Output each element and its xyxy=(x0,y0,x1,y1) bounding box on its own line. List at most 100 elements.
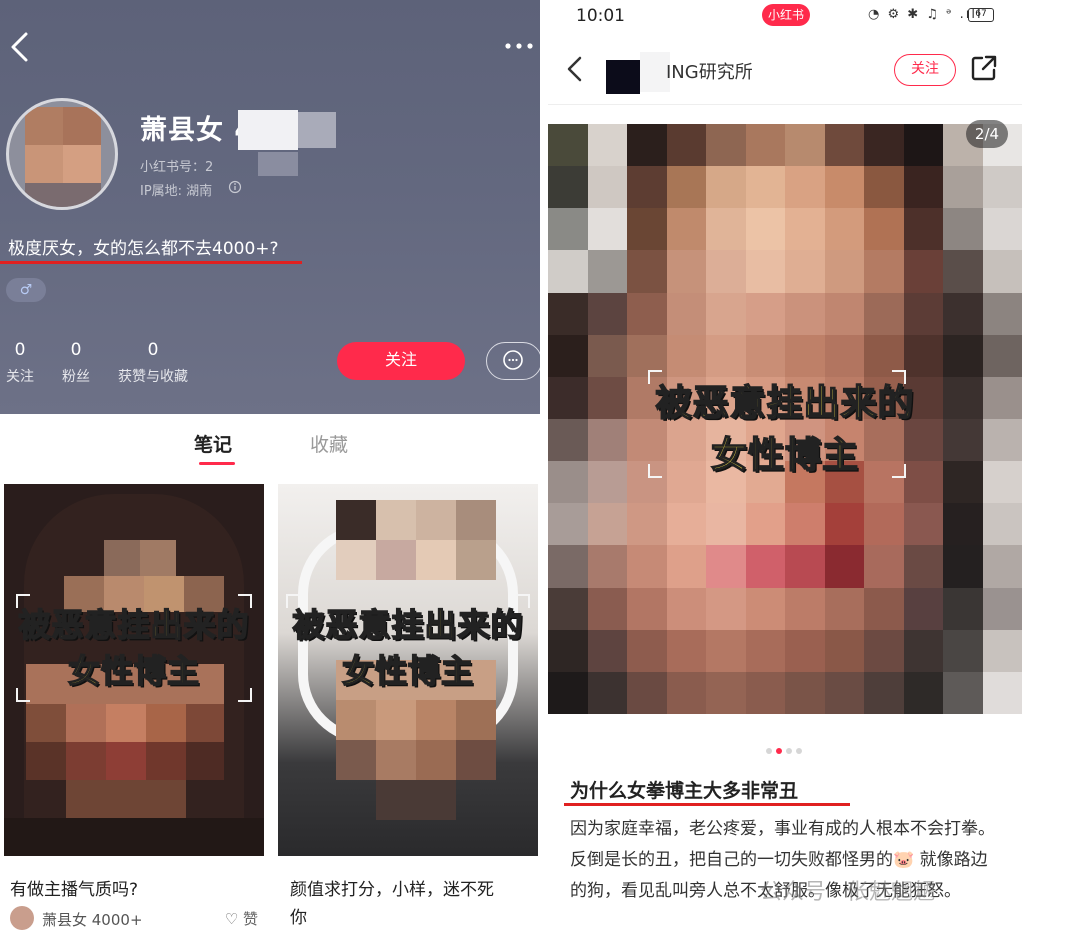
mosaic-tile xyxy=(627,503,668,547)
mosaic-tile xyxy=(824,629,865,673)
name-mosaic-2 xyxy=(298,112,336,148)
profile-header: 萧县女 40 小红书号：2 IP属地: 湖南 极度厌女，女的怎么都不去4000+… xyxy=(0,0,540,414)
mosaic-tile xyxy=(824,250,865,294)
id-mosaic xyxy=(258,152,298,176)
overlay-caption: 女性博主 xyxy=(710,434,859,477)
like-button[interactable]: ♡ 赞 xyxy=(225,908,258,929)
stat-following[interactable]: 0 关注 xyxy=(6,340,34,386)
mosaic-tile xyxy=(587,545,628,589)
overlay-caption: 被恶意挂出来的 xyxy=(292,605,524,645)
note-title-line: 你 xyxy=(290,908,307,928)
stat-value: 0 xyxy=(147,340,159,360)
mosaic-tile xyxy=(864,208,905,252)
mosaic-tile xyxy=(943,334,984,378)
mosaic-tile xyxy=(943,292,984,336)
mosaic-tile xyxy=(982,671,1022,714)
mosaic-tile xyxy=(785,671,826,714)
mosaic-tile xyxy=(864,587,905,631)
more-options-icon[interactable] xyxy=(502,36,536,56)
post-title: 为什么女拳博主大多非常丑 xyxy=(570,780,799,802)
note-card[interactable]: 被恶意挂出来的 女性博主 有做主播气质吗? 萧县女 4000+ ♡ 赞 xyxy=(4,484,264,933)
mosaic-tile xyxy=(903,629,944,673)
follow-button[interactable]: 关注 xyxy=(337,342,465,380)
mosaic-tile xyxy=(943,629,984,673)
mosaic-tile xyxy=(627,208,668,252)
mosaic-tile xyxy=(864,629,905,673)
back-arrow-icon[interactable] xyxy=(564,54,586,84)
mosaic-tile xyxy=(785,166,826,210)
gender-tag: ♂ xyxy=(6,278,46,302)
mosaic-tile xyxy=(864,166,905,210)
mosaic-tile xyxy=(548,250,589,294)
mosaic-tile xyxy=(706,166,747,210)
mosaic-tile xyxy=(785,629,826,673)
app-badge: 小红书 xyxy=(762,4,810,26)
mosaic-tile xyxy=(706,334,747,378)
tab-notes[interactable]: 笔记 xyxy=(194,430,232,457)
mosaic-tile xyxy=(548,334,589,378)
mosaic-tile xyxy=(706,292,747,336)
mosaic-tile xyxy=(745,334,786,378)
mosaic-tile xyxy=(903,124,944,168)
info-icon[interactable] xyxy=(228,180,242,194)
mosaic-tile xyxy=(824,124,865,168)
follow-button[interactable]: 关注 xyxy=(894,54,956,86)
mosaic-tile xyxy=(745,166,786,210)
avatar[interactable] xyxy=(606,60,640,94)
mosaic-tile xyxy=(587,629,628,673)
mosaic-tile xyxy=(903,671,944,714)
message-button[interactable] xyxy=(486,342,540,380)
stat-label: 粉丝 xyxy=(62,369,90,385)
author-name[interactable]: ING研究所 xyxy=(666,58,753,84)
note-author[interactable]: 萧县女 4000+ ♡ 赞 xyxy=(10,906,260,932)
mosaic-tile xyxy=(824,671,865,714)
mosaic-tile xyxy=(982,292,1022,336)
mosaic-tile xyxy=(903,334,944,378)
mosaic-tile xyxy=(745,124,786,168)
mosaic-tile xyxy=(824,503,865,547)
mosaic-tile xyxy=(548,545,589,589)
stat-followers[interactable]: 0 粉丝 xyxy=(62,340,90,386)
chat-bubble-icon xyxy=(503,350,523,370)
mosaic-tile xyxy=(627,587,668,631)
mosaic-tile xyxy=(548,292,589,336)
mosaic-tile xyxy=(666,629,707,673)
mosaic-tile xyxy=(785,292,826,336)
profile-avatar[interactable] xyxy=(6,98,118,210)
profile-bio: 极度厌女，女的怎么都不去4000+? xyxy=(8,239,279,259)
mosaic-tile xyxy=(864,292,905,336)
carousel-dot xyxy=(796,748,802,754)
overlay-caption: 女性博主 xyxy=(67,651,200,691)
mosaic-tile xyxy=(587,208,628,252)
avatar xyxy=(10,906,34,930)
note-title: 有做主播气质吗? xyxy=(10,880,139,900)
back-arrow-icon[interactable] xyxy=(6,30,32,64)
post-screen: 10:01 小红书 ◔ ⚙ ✱ ♫ ᵊ .ıll 67 ING研究所 关注 被恶… xyxy=(548,0,1080,933)
mosaic-tile xyxy=(903,503,944,547)
watermark: 公众号 · 伥魅魍魉 xyxy=(760,880,935,905)
mosaic-tile xyxy=(666,208,707,252)
mosaic-tile xyxy=(982,208,1022,252)
carousel-dot xyxy=(786,748,792,754)
mosaic-tile xyxy=(903,208,944,252)
note-card[interactable]: 被恶意挂出来的 女性博主 颜值求打分，小样，迷不死 你 xyxy=(278,484,538,933)
mosaic-tile xyxy=(666,545,707,589)
tab-collections[interactable]: 收藏 xyxy=(310,430,348,457)
mosaic-tile xyxy=(982,629,1022,673)
mosaic-tile xyxy=(666,250,707,294)
mosaic-tile xyxy=(943,250,984,294)
stat-likes[interactable]: 0 获赞与收藏 xyxy=(118,340,188,386)
profile-tabs: 笔记 收藏 xyxy=(0,414,540,476)
share-icon[interactable] xyxy=(970,54,998,82)
mosaic-tile xyxy=(785,250,826,294)
post-image[interactable]: 被恶意挂出来的 女性博主 xyxy=(548,124,1022,714)
mosaic-tile xyxy=(706,629,747,673)
mosaic-tile xyxy=(587,671,628,714)
mosaic-tile xyxy=(903,545,944,589)
xhs-id: 小红书号：2 xyxy=(140,160,214,175)
highlight-underline xyxy=(564,803,850,806)
mosaic-tile xyxy=(982,166,1022,210)
mosaic-tile xyxy=(745,629,786,673)
mosaic-tile xyxy=(982,545,1022,589)
mosaic-tile xyxy=(824,166,865,210)
